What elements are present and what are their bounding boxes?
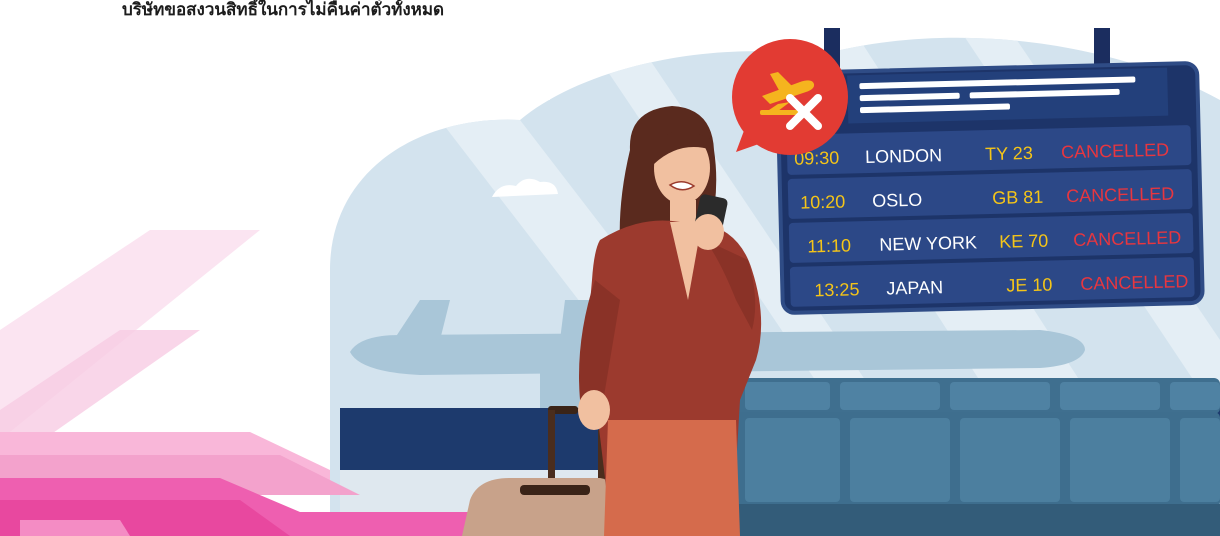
board-row-2-status: CANCELLED <box>1066 184 1175 207</box>
board-row-4-city: JAPAN <box>886 277 943 298</box>
board-row-1-city: LONDON <box>865 145 942 167</box>
board-row-1-flight: TY 23 <box>985 143 1033 164</box>
airport-scene-illustration: 09:30 LONDON TY 23 CANCELLED 10:20 OSLO … <box>0 28 1220 536</box>
board-row-4-time: 13:25 <box>814 279 860 300</box>
board-row-3-flight: KE 70 <box>999 231 1049 252</box>
cancelled-flight-speech-bubble <box>732 39 848 155</box>
board-row-3-city: NEW YORK <box>879 232 977 254</box>
board-row-2-city: OSLO <box>872 190 923 211</box>
board-row-2-time: 10:20 <box>800 192 846 213</box>
board-row-3-time: 11:10 <box>807 235 851 256</box>
board-row-4-flight: JE 10 <box>1006 275 1053 296</box>
board-row-1-status: CANCELLED <box>1061 140 1170 163</box>
board-row-4-status: CANCELLED <box>1080 271 1189 294</box>
board-row-3-status: CANCELLED <box>1073 227 1182 250</box>
waiting-seats <box>730 378 1220 536</box>
board-row-2-flight: GB 81 <box>992 187 1044 208</box>
